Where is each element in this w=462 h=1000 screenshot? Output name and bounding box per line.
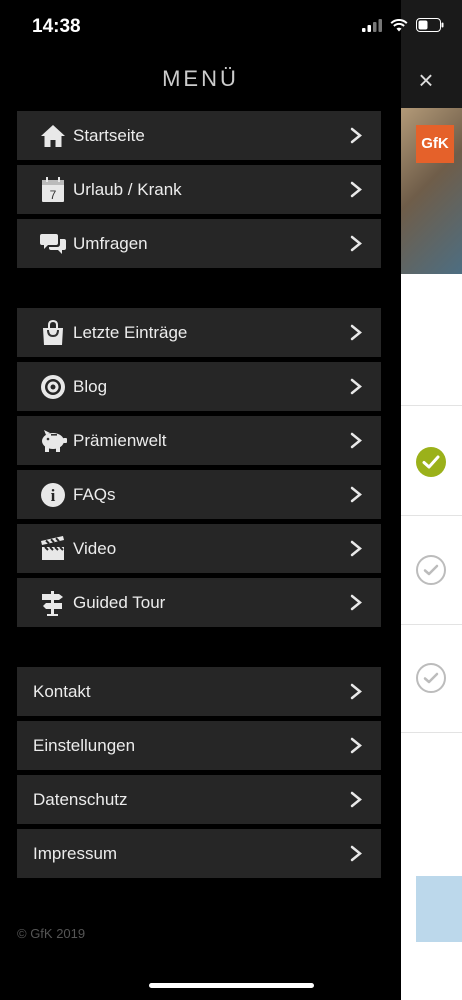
chevron-right-icon bbox=[350, 324, 362, 341]
chevron-right-icon bbox=[350, 486, 362, 503]
cellular-signal-icon bbox=[362, 18, 382, 32]
home-icon bbox=[39, 122, 67, 150]
menu-item-blog[interactable]: Blog bbox=[17, 362, 381, 411]
status-icons bbox=[362, 18, 444, 32]
menu-item-label: Prämienwelt bbox=[73, 430, 167, 450]
calendar-icon: 7 bbox=[39, 176, 67, 204]
chevron-right-icon bbox=[350, 181, 362, 198]
menu-item-einstellungen[interactable]: Einstellungen bbox=[17, 721, 381, 770]
chat-bubbles-icon bbox=[39, 230, 67, 258]
chevron-right-icon bbox=[350, 845, 362, 862]
blue-card[interactable] bbox=[416, 876, 462, 942]
menu-item-urlaub-krank[interactable]: 7 Urlaub / Krank bbox=[17, 165, 381, 214]
check-inactive-icon[interactable] bbox=[416, 663, 446, 693]
info-glyph: i bbox=[51, 486, 56, 505]
status-time: 14:38 bbox=[32, 16, 81, 37]
menu-item-label: Kontakt bbox=[33, 681, 91, 701]
chevron-right-icon bbox=[350, 378, 362, 395]
menu-item-label: Einstellungen bbox=[33, 735, 136, 755]
menu-title: MENÜ bbox=[162, 66, 239, 91]
menu-item-letzte-eintraege[interactable]: Letzte Einträge bbox=[17, 308, 381, 357]
menu-item-guided-tour[interactable]: Guided Tour bbox=[17, 578, 381, 627]
battery-icon bbox=[416, 18, 444, 32]
copyright-text: © GfK 2019 bbox=[17, 926, 86, 941]
menu-item-label: Umfragen bbox=[73, 233, 148, 253]
divider bbox=[401, 515, 462, 516]
background-app: × GfK bbox=[401, 0, 462, 1000]
chevron-right-icon bbox=[350, 127, 362, 144]
menu-item-label: Guided Tour bbox=[73, 592, 166, 612]
menu-item-faqs[interactable]: i FAQs bbox=[17, 470, 381, 519]
menu-item-datenschutz[interactable]: Datenschutz bbox=[17, 775, 381, 824]
close-icon[interactable]: × bbox=[411, 65, 441, 95]
menu-item-label: Impressum bbox=[33, 843, 118, 863]
divider bbox=[401, 405, 462, 406]
menu-item-impressum[interactable]: Impressum bbox=[17, 829, 381, 878]
signpost-icon bbox=[39, 589, 67, 617]
chevron-right-icon bbox=[350, 432, 362, 449]
menu-item-label: Urlaub / Krank bbox=[73, 179, 182, 199]
chevron-right-icon bbox=[350, 540, 362, 557]
piggy-bank-icon bbox=[39, 427, 67, 455]
home-indicator[interactable] bbox=[149, 983, 314, 988]
divider bbox=[401, 732, 462, 733]
gfk-logo: GfK bbox=[416, 125, 454, 163]
menu-item-label: Datenschutz bbox=[33, 789, 128, 809]
wifi-icon bbox=[390, 18, 408, 31]
menu-item-startseite[interactable]: Startseite bbox=[17, 111, 381, 160]
chevron-right-icon bbox=[350, 594, 362, 611]
chevron-right-icon bbox=[350, 737, 362, 754]
chevron-right-icon bbox=[350, 683, 362, 700]
check-inactive-icon[interactable] bbox=[416, 555, 446, 585]
menu-item-praemienwelt[interactable]: Prämienwelt bbox=[17, 416, 381, 465]
chevron-right-icon bbox=[350, 235, 362, 252]
menu-item-label: Letzte Einträge bbox=[73, 322, 188, 342]
menu-item-video[interactable]: Video bbox=[17, 524, 381, 573]
divider bbox=[401, 624, 462, 625]
banner-image: GfK bbox=[401, 108, 462, 274]
clapperboard-icon bbox=[39, 535, 67, 563]
status-bar: 14:38 bbox=[0, 0, 462, 56]
menu-item-kontakt[interactable]: Kontakt bbox=[17, 667, 381, 716]
eye-icon bbox=[39, 373, 67, 401]
info-icon: i bbox=[39, 481, 67, 509]
check-active-icon[interactable] bbox=[416, 447, 446, 477]
menu-item-umfragen[interactable]: Umfragen bbox=[17, 219, 381, 268]
chevron-right-icon bbox=[350, 791, 362, 808]
side-menu-drawer: MENÜ Startseite 7 Urlaub / Krank Umfrage… bbox=[0, 0, 401, 1000]
calendar-day-label: 7 bbox=[50, 188, 57, 202]
menu-item-label: Startseite bbox=[73, 125, 145, 145]
shopping-bag-icon bbox=[39, 319, 67, 347]
menu-item-label: Blog bbox=[73, 376, 108, 396]
menu-item-label: Video bbox=[73, 538, 117, 558]
menu-item-label: FAQs bbox=[73, 484, 116, 504]
